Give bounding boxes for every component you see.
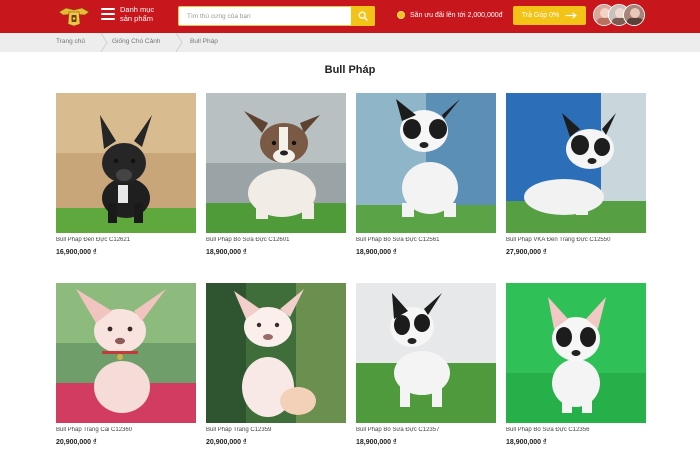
brand-logo[interactable] [56, 4, 92, 27]
breadcrumb-home[interactable]: Trang chủ [56, 38, 85, 45]
avatar [623, 4, 645, 26]
search-icon [358, 11, 368, 21]
installment-label: Trả Góp 0% [521, 12, 560, 19]
product-image[interactable] [206, 283, 346, 423]
product-name[interactable]: Bull Pháp Bò Sữa Đực C12601 [206, 237, 346, 243]
product-card[interactable]: Bull Pháp Bò Sữa Đực C12561 18,900,000 ₫ [356, 93, 496, 256]
product-card[interactable]: Bull Pháp Đen Đực C12621 16,900,000 ₫ [56, 93, 196, 256]
product-image[interactable] [506, 283, 646, 423]
product-image[interactable] [56, 93, 196, 233]
promo-banner[interactable]: Săn ưu đãi lên tới 2,000,000đ [397, 11, 503, 19]
product-name[interactable]: Bull Pháp Bò Sữa Đực C12357 [356, 427, 496, 433]
product-name[interactable]: Bull Pháp Trắng C12359 [206, 427, 346, 433]
product-price: 20,900,000 ₫ [56, 439, 97, 446]
category-menu-button[interactable]: Danh mục sản phẩm [101, 5, 160, 23]
product-name[interactable]: Bull Pháp VKA Đen Trắng Đực C12550 [506, 237, 646, 243]
promo-text: Săn ưu đãi lên tới 2,000,000đ [410, 11, 503, 19]
product-card[interactable]: Bull Pháp Bò Sữa Đực C12601 18,900,000 ₫ [206, 93, 346, 256]
product-card[interactable]: Bull Pháp Trắng C12359 20,900,000 ₫ [206, 283, 346, 446]
coin-icon [397, 11, 405, 19]
product-price: 18,900,000 ₫ [356, 249, 397, 256]
product-price: 20,900,000 ₫ [206, 439, 247, 446]
product-image[interactable] [206, 93, 346, 233]
product-card[interactable]: Bull Pháp Bò Sữa Đực C12356 18,900,000 ₫ [506, 283, 646, 446]
product-price: 18,900,000 ₫ [356, 439, 397, 446]
product-price: 18,900,000 ₫ [506, 439, 547, 446]
search-input[interactable] [179, 7, 351, 25]
product-name[interactable]: Bull Pháp Bò Sữa Đực C12356 [506, 427, 646, 433]
hamburger-icon [101, 8, 115, 20]
breadcrumb-current: Bull Pháp [190, 38, 218, 45]
product-price: 16,900,000 ₫ [56, 249, 97, 256]
site-header: Danh mục sản phẩm Săn ưu đãi lên tới 2,0… [0, 0, 700, 33]
product-price: 27,900,000 ₫ [506, 249, 547, 256]
product-name[interactable]: Bull Pháp Trắng Cái C12360 [56, 427, 196, 433]
product-image[interactable] [356, 283, 496, 423]
customer-avatars [593, 4, 645, 26]
page-title: Bull Pháp [324, 64, 376, 76]
breadcrumb: Trang chủ Giống Chó Cảnh Bull Pháp [0, 33, 700, 52]
product-price: 18,900,000 ₫ [206, 249, 247, 256]
search-box [178, 6, 375, 26]
product-card[interactable]: Bull Pháp VKA Đen Trắng Đực C12550 27,90… [506, 93, 646, 256]
product-card[interactable]: Bull Pháp Trắng Cái C12360 20,900,000 ₫ [56, 283, 196, 446]
category-menu-label: Danh mục sản phẩm [120, 5, 155, 23]
breadcrumb-separator [175, 33, 183, 52]
search-button[interactable] [351, 6, 375, 26]
product-name[interactable]: Bull Pháp Đen Đực C12621 [56, 237, 196, 243]
breadcrumb-category[interactable]: Giống Chó Cảnh [112, 38, 160, 45]
product-image[interactable] [356, 93, 496, 233]
product-image[interactable] [506, 93, 646, 233]
product-name[interactable]: Bull Pháp Bò Sữa Đực C12561 [356, 237, 496, 243]
product-card[interactable]: Bull Pháp Bò Sữa Đực C12357 18,900,000 ₫ [356, 283, 496, 446]
product-image[interactable] [56, 283, 196, 423]
installment-button[interactable]: Trả Góp 0% [513, 6, 586, 25]
breadcrumb-separator [100, 33, 108, 52]
arrow-right-icon [565, 12, 577, 19]
